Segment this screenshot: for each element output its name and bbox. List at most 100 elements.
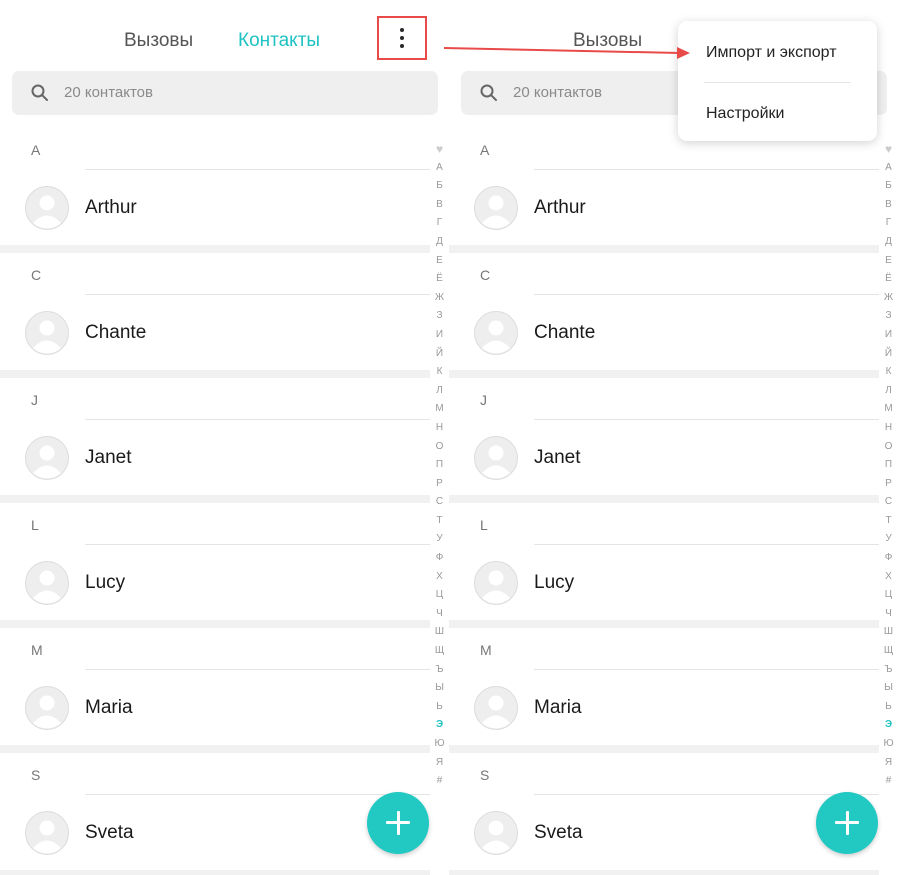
- index-letter[interactable]: Г: [430, 214, 449, 233]
- index-letter[interactable]: К: [879, 363, 898, 382]
- index-letter[interactable]: Л: [430, 382, 449, 401]
- index-letter[interactable]: М: [879, 400, 898, 419]
- section-letter: A: [480, 142, 490, 158]
- index-letter[interactable]: Ц: [879, 586, 898, 605]
- index-letter[interactable]: Ф: [879, 549, 898, 568]
- alphabet-index[interactable]: ♥ А Б В Г Д Е Ё Ж З И Й К Л М Н О П Р С Т У Ф Х Ц Ч Ш Щ Ъ Ы Ь Э Ю Я #: [430, 140, 449, 791]
- list-item[interactable]: Sveta: [449, 801, 879, 867]
- index-letter[interactable]: П: [879, 456, 898, 475]
- index-letter[interactable]: Т: [430, 512, 449, 531]
- index-letter[interactable]: Р: [430, 475, 449, 494]
- index-letter[interactable]: Ь: [879, 698, 898, 717]
- menu-item-settings[interactable]: Настройки: [706, 104, 784, 124]
- index-letter[interactable]: Ж: [879, 289, 898, 308]
- index-letter[interactable]: О: [879, 438, 898, 457]
- index-letter[interactable]: Я: [879, 754, 898, 773]
- list-item[interactable]: Sveta: [0, 801, 430, 867]
- index-letter[interactable]: Н: [879, 419, 898, 438]
- add-contact-button[interactable]: [367, 792, 429, 854]
- index-letter[interactable]: Я: [430, 754, 449, 773]
- index-letter[interactable]: Ё: [430, 270, 449, 289]
- contact-section: S Sveta: [0, 753, 430, 875]
- index-letter[interactable]: Ъ: [430, 661, 449, 680]
- index-letter[interactable]: Э: [430, 716, 449, 735]
- list-item[interactable]: Lucy: [0, 551, 430, 617]
- index-letter[interactable]: Х: [879, 568, 898, 587]
- index-letter[interactable]: О: [430, 438, 449, 457]
- index-letter[interactable]: Щ: [879, 642, 898, 661]
- list-item[interactable]: Chante: [0, 301, 430, 367]
- index-letter[interactable]: Ш: [430, 623, 449, 642]
- index-letter[interactable]: С: [430, 493, 449, 512]
- index-letter[interactable]: Ч: [879, 605, 898, 624]
- index-letter[interactable]: В: [879, 196, 898, 215]
- index-letter[interactable]: Ж: [430, 289, 449, 308]
- index-letter[interactable]: С: [879, 493, 898, 512]
- index-letter[interactable]: Й: [879, 345, 898, 364]
- heart-icon[interactable]: ♥: [430, 140, 449, 159]
- index-letter[interactable]: Ъ: [879, 661, 898, 680]
- index-letter[interactable]: Ш: [879, 623, 898, 642]
- heart-icon[interactable]: ♥: [879, 140, 898, 159]
- index-letter[interactable]: И: [879, 326, 898, 345]
- menu-item-import-export[interactable]: Импорт и экспорт: [706, 43, 837, 63]
- index-letter[interactable]: У: [430, 530, 449, 549]
- index-letter[interactable]: А: [879, 159, 898, 178]
- index-letter[interactable]: Г: [879, 214, 898, 233]
- section-divider: [85, 419, 430, 420]
- section-divider: [534, 169, 879, 170]
- index-letter[interactable]: И: [430, 326, 449, 345]
- tab-calls[interactable]: Вызовы: [573, 28, 642, 54]
- index-letter[interactable]: #: [879, 772, 898, 791]
- index-letter[interactable]: Л: [879, 382, 898, 401]
- person-icon: [25, 186, 69, 230]
- index-letter[interactable]: Ф: [430, 549, 449, 568]
- index-letter[interactable]: Ю: [430, 735, 449, 754]
- index-letter[interactable]: Ы: [879, 679, 898, 698]
- index-letter[interactable]: Б: [430, 177, 449, 196]
- index-letter[interactable]: К: [430, 363, 449, 382]
- index-letter[interactable]: Н: [430, 419, 449, 438]
- tab-contacts[interactable]: Контакты: [238, 28, 320, 54]
- index-letter[interactable]: Х: [430, 568, 449, 587]
- menu-divider: [704, 82, 851, 83]
- index-letter[interactable]: Ё: [879, 270, 898, 289]
- index-letter[interactable]: #: [430, 772, 449, 791]
- index-letter[interactable]: Ц: [430, 586, 449, 605]
- index-letter[interactable]: Т: [879, 512, 898, 531]
- index-letter[interactable]: З: [430, 307, 449, 326]
- index-letter[interactable]: Ю: [879, 735, 898, 754]
- index-letter[interactable]: Й: [430, 345, 449, 364]
- index-letter[interactable]: Е: [879, 252, 898, 271]
- index-letter[interactable]: Ь: [430, 698, 449, 717]
- index-letter[interactable]: Р: [879, 475, 898, 494]
- list-item[interactable]: Janet: [449, 426, 879, 492]
- list-item[interactable]: Maria: [449, 676, 879, 742]
- index-letter[interactable]: Ч: [430, 605, 449, 624]
- add-contact-button[interactable]: [816, 792, 878, 854]
- contacts-screen-after: Вызовы 20 контактов A Arthur C Chante J Janet…: [449, 0, 898, 875]
- index-letter[interactable]: М: [430, 400, 449, 419]
- index-letter[interactable]: Д: [879, 233, 898, 252]
- index-letter[interactable]: З: [879, 307, 898, 326]
- list-item[interactable]: Lucy: [449, 551, 879, 617]
- index-letter[interactable]: Б: [879, 177, 898, 196]
- index-letter[interactable]: Е: [430, 252, 449, 271]
- index-letter[interactable]: У: [879, 530, 898, 549]
- index-letter[interactable]: Д: [430, 233, 449, 252]
- index-letter[interactable]: А: [430, 159, 449, 178]
- highlight-box: [377, 16, 427, 60]
- search-bar[interactable]: 20 контактов: [12, 71, 438, 115]
- list-item[interactable]: Arthur: [0, 176, 430, 242]
- alphabet-index[interactable]: ♥ А Б В Г Д Е Ё Ж З И Й К Л М Н О П Р С Т У Ф Х Ц Ч Ш Щ Ъ Ы Ь Э Ю Я #: [879, 140, 898, 791]
- index-letter[interactable]: П: [430, 456, 449, 475]
- list-item[interactable]: Janet: [0, 426, 430, 492]
- index-letter[interactable]: Ы: [430, 679, 449, 698]
- index-letter[interactable]: Э: [879, 716, 898, 735]
- index-letter[interactable]: В: [430, 196, 449, 215]
- list-item[interactable]: Arthur: [449, 176, 879, 242]
- index-letter[interactable]: Щ: [430, 642, 449, 661]
- tab-calls[interactable]: Вызовы: [124, 28, 193, 54]
- list-item[interactable]: Maria: [0, 676, 430, 742]
- list-item[interactable]: Chante: [449, 301, 879, 367]
